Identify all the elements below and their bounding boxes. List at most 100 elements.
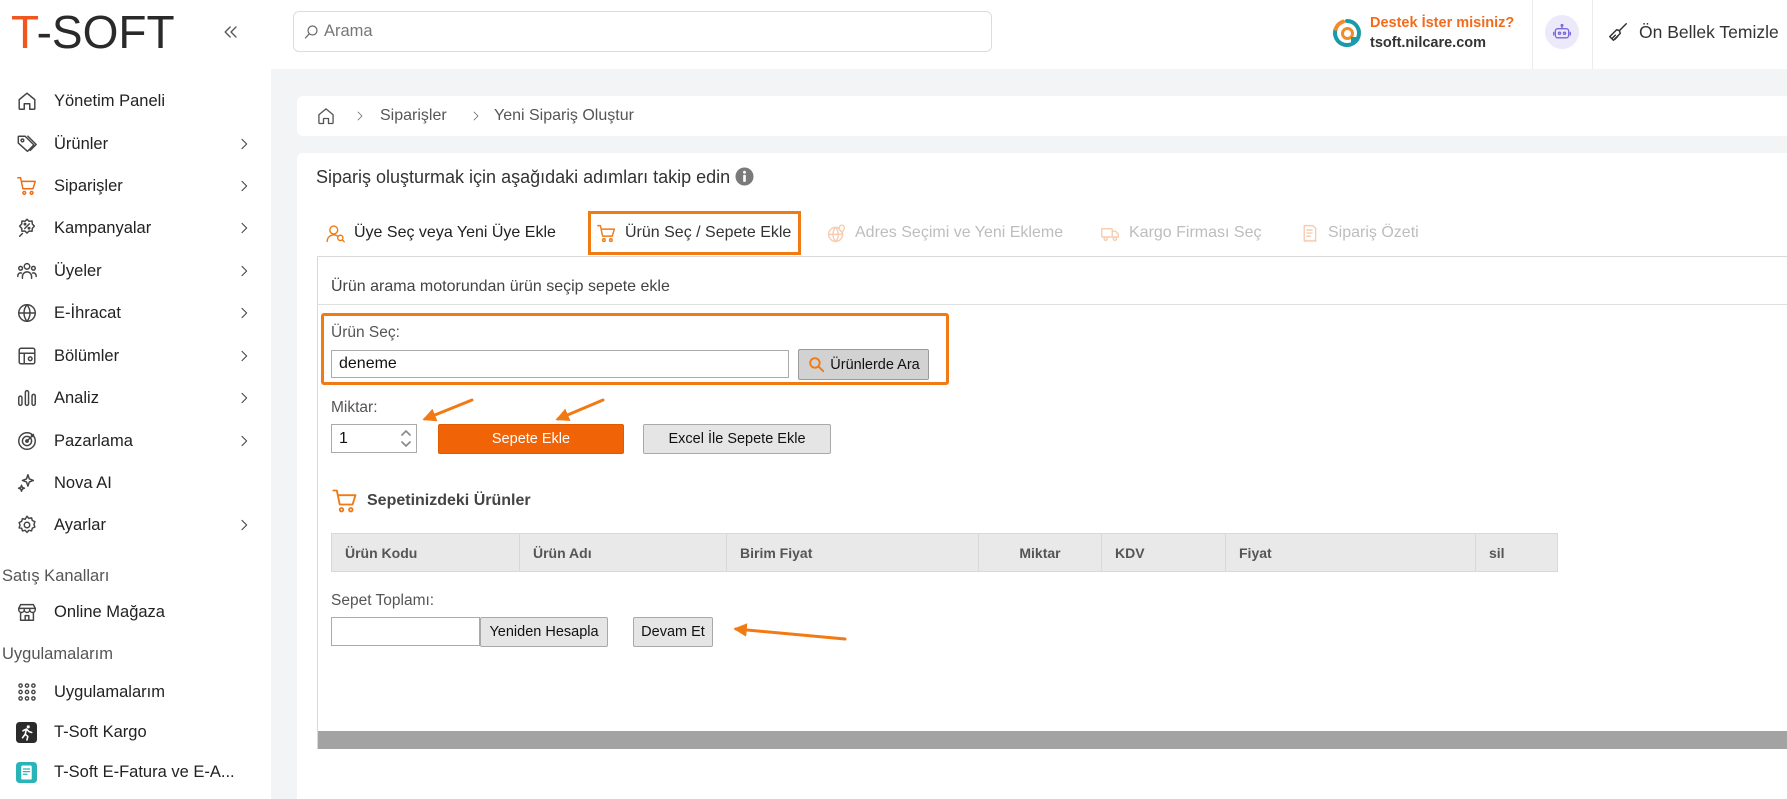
- sidebar-item-online-store[interactable]: Online Mağaza: [0, 594, 271, 630]
- header-divider: [1592, 0, 1593, 69]
- tsoft-kargo-app-icon: [16, 722, 37, 743]
- annotation-arrow: [422, 398, 474, 422]
- gear-icon: [18, 515, 36, 534]
- excel-add-to-cart-button[interactable]: Excel İle Sepete Ekle: [643, 424, 831, 454]
- column-header: Birim Fiyat: [726, 533, 979, 572]
- quantity-stepper[interactable]: [400, 428, 412, 449]
- tab-select-product[interactable]: Ürün Seç / Sepete Ekle: [588, 211, 801, 255]
- button-label: Devam Et: [641, 624, 705, 640]
- tab-shipping[interactable]: Kargo Firması Seç: [1100, 211, 1261, 255]
- annotation-arrow: [733, 623, 847, 641]
- sidebar-item-nova-ai[interactable]: Nova AI: [0, 465, 271, 501]
- robot-icon: [1553, 23, 1571, 39]
- sidebar-item-my-apps[interactable]: Uygulamalarım: [0, 674, 271, 710]
- add-to-cart-button[interactable]: Sepete Ekle: [438, 424, 624, 454]
- logo-text: -SOFT: [36, 6, 175, 58]
- sidebar-item-dashboard[interactable]: Yönetim Paneli: [0, 83, 271, 119]
- chevron-right-icon: [241, 519, 248, 531]
- sidebar-item-label: Analiz: [54, 389, 99, 407]
- column-header: KDV: [1101, 533, 1226, 572]
- broom-icon[interactable]: [1607, 21, 1629, 43]
- support-domain: tsoft.nilcare.com: [1370, 35, 1487, 51]
- tab-label: Sipariş Özeti: [1328, 224, 1419, 241]
- quantity-field[interactable]: [331, 424, 417, 453]
- search-icon: [809, 357, 825, 373]
- sidebar-item-label: Siparişler: [54, 177, 123, 195]
- apps-grid-icon: [18, 683, 36, 701]
- sidebar-item-label: Ürünler: [54, 135, 109, 153]
- breadcrumb-current: Yeni Sipariş Oluştur: [494, 107, 634, 124]
- annotation-arrow: [555, 398, 605, 422]
- clear-cache-button[interactable]: Ön Bellek Temizle: [1639, 21, 1779, 43]
- sidebar-item-settings[interactable]: Ayarlar: [0, 507, 271, 543]
- ai-assistant-button[interactable]: [1545, 15, 1579, 49]
- tag-icon: [17, 135, 37, 153]
- step-panel: Ürün arama motorundan ürün seçip sepete …: [317, 256, 1787, 749]
- tab-label: Üye Seç veya Yeni Üye Ekle: [354, 224, 556, 241]
- sidebar-item-marketing[interactable]: Pazarlama: [0, 423, 271, 459]
- button-label: Excel İle Sepete Ekle: [668, 431, 806, 447]
- chevron-right-icon: [241, 307, 248, 319]
- button-label: Yeniden Hesapla: [489, 624, 599, 640]
- tab-address[interactable]: Adres Seçimi ve Yeni Ekleme: [826, 211, 1063, 255]
- sidebar-item-label: Nova AI: [54, 474, 112, 492]
- column-header: Miktar: [978, 533, 1102, 572]
- sidebar-item-analytics[interactable]: Analiz: [0, 380, 271, 416]
- breadcrumb: Siparişler Yeni Sipariş Oluştur: [297, 96, 1787, 136]
- sidebar-item-members[interactable]: Üyeler: [0, 253, 271, 289]
- search-input[interactable]: [324, 12, 984, 51]
- tab-summary[interactable]: Sipariş Özeti: [1299, 211, 1419, 255]
- info-icon[interactable]: [735, 167, 754, 186]
- cart-total-input[interactable]: [331, 617, 480, 646]
- search-box[interactable]: [293, 11, 992, 52]
- user-search-icon: [326, 224, 345, 243]
- sidebar-section-title: Uygulamalarım: [2, 645, 113, 663]
- column-header: Ürün Kodu: [331, 533, 520, 572]
- logo-accent: T: [11, 6, 37, 58]
- cart-section-title: Sepetinizdeki Ürünler: [331, 487, 531, 515]
- button-label: Ürünlerde Ara: [830, 356, 920, 373]
- panel-footer-bar: [318, 731, 1787, 749]
- button-label: Sepete Ekle: [491, 431, 571, 447]
- sidebar-item-label: Bölümler: [54, 347, 120, 365]
- sidebar-item-label: Kampanyalar: [54, 219, 152, 237]
- collapse-sidebar-icon[interactable]: [221, 22, 241, 42]
- cart-table: Ürün Kodu Ürün Adı Birim Fiyat Miktar KD…: [331, 533, 1558, 572]
- support-icon[interactable]: [1331, 16, 1363, 50]
- sidebar-item-tsoft-efatura[interactable]: T-Soft E-Fatura ve E-A...: [0, 754, 271, 790]
- sidebar-item-tsoft-kargo[interactable]: T-Soft Kargo: [0, 714, 271, 750]
- search-products-button[interactable]: Ürünlerde Ara: [798, 349, 929, 380]
- store-icon: [18, 603, 36, 621]
- tsoft-logo[interactable]: T-SOFT: [11, 8, 175, 56]
- chevron-right-icon: [473, 111, 479, 121]
- sidebar-item-label: Uygulamalarım: [54, 683, 165, 701]
- continue-button[interactable]: Devam Et: [633, 617, 713, 647]
- tab-select-member[interactable]: Üye Seç veya Yeni Üye Ekle: [325, 211, 556, 255]
- chevron-right-icon: [241, 435, 248, 447]
- sidebar-item-sections[interactable]: Bölümler: [0, 338, 271, 374]
- sidebar-item-export[interactable]: E-İhracat: [0, 295, 271, 331]
- support-title[interactable]: Destek İster misiniz?: [1370, 13, 1514, 33]
- quantity-input[interactable]: [332, 425, 392, 452]
- home-icon: [18, 92, 36, 110]
- chevron-right-icon: [241, 350, 248, 362]
- product-search-input[interactable]: [331, 350, 789, 378]
- sidebar-item-label: E-İhracat: [54, 304, 121, 322]
- quantity-label: Miktar:: [331, 399, 378, 416]
- users-icon: [17, 262, 37, 280]
- target-icon: [18, 432, 36, 450]
- breadcrumb-orders[interactable]: Siparişler: [380, 106, 447, 126]
- tab-label: Kargo Firması Seç: [1129, 224, 1262, 241]
- sidebar-item-label: Online Mağaza: [54, 603, 165, 621]
- sidebar-item-campaigns[interactable]: Kampanyalar: [0, 210, 271, 246]
- sidebar-section-title: Satış Kanalları: [2, 567, 110, 585]
- tsoft-efatura-app-icon: [16, 762, 37, 783]
- recalculate-button[interactable]: Yeniden Hesapla: [480, 617, 608, 647]
- home-icon[interactable]: [316, 106, 336, 126]
- top-bar: Destek İster misiniz? tsoft.nilcare.com …: [271, 0, 1787, 69]
- cart-title-text: Sepetinizdeki Ürünler: [367, 492, 531, 509]
- column-header: Ürün Adı: [519, 533, 727, 572]
- sidebar-item-orders[interactable]: Siparişler: [0, 168, 271, 204]
- sidebar-item-products[interactable]: Ürünler: [0, 126, 271, 162]
- cart-icon: [17, 177, 36, 195]
